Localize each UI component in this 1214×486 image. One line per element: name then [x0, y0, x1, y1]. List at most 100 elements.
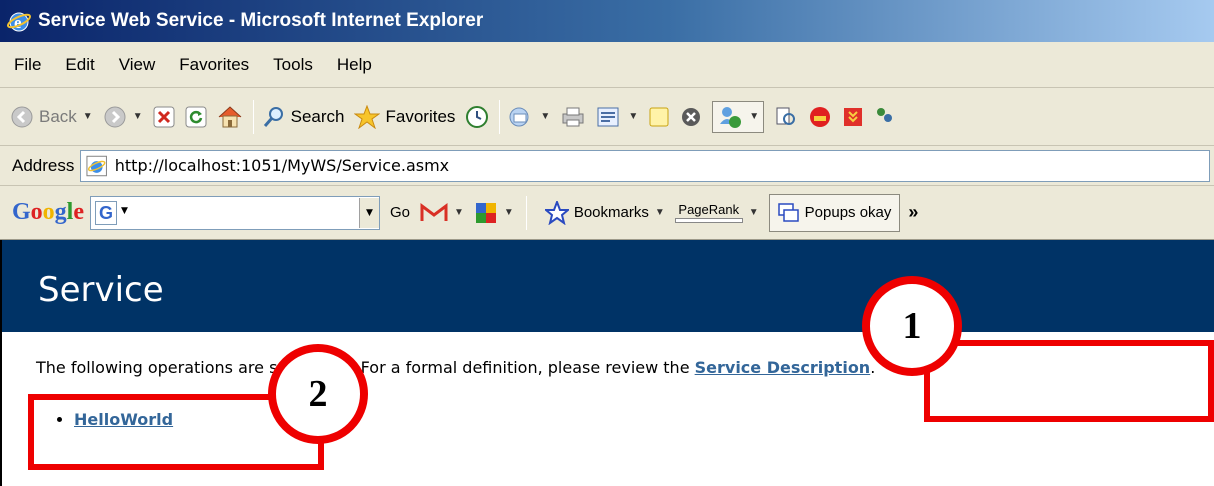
menu-help[interactable]: Help [337, 55, 372, 75]
toolbar-separator [499, 99, 501, 134]
menu-favorites[interactable]: Favorites [179, 55, 249, 75]
forward-button[interactable]: ▼ [103, 105, 143, 129]
pagerank-dropdown-icon[interactable]: ▼ [749, 207, 759, 218]
google-search-input[interactable] [137, 197, 359, 228]
favorites-button[interactable]: Favorites [354, 104, 456, 129]
standard-toolbar: Back ▼ ▼ Search Favorites ▼ ▼ ▼ [0, 88, 1214, 146]
annotation-callout-2: 2 [268, 344, 368, 444]
google-search-box[interactable]: G ▼ ▼ [90, 195, 380, 230]
search-label: Search [290, 106, 345, 126]
toolbar-separator [252, 99, 254, 134]
back-dropdown-icon[interactable]: ▼ [83, 111, 93, 122]
address-input[interactable] [114, 156, 1209, 175]
popup-blocker-button[interactable]: Popups okay [768, 193, 901, 232]
menu-file[interactable]: File [14, 55, 41, 75]
page-icon [86, 155, 108, 176]
google-g-dropdown-icon[interactable]: ▼ [121, 206, 128, 216]
google-news-button[interactable]: ▼ [474, 201, 514, 225]
menu-view[interactable]: View [119, 55, 156, 75]
intro-paragraph: The following operations are supported. … [36, 358, 875, 377]
search-icon [263, 106, 283, 127]
refresh-icon [185, 106, 207, 127]
google-g-icon[interactable]: G [95, 200, 117, 225]
page-title: Service [38, 270, 164, 310]
pagerank-bar [674, 218, 743, 223]
address-label: Address [12, 155, 75, 175]
google-logo[interactable]: Google [12, 199, 84, 226]
history-button[interactable] [465, 105, 489, 129]
mail-icon [509, 107, 529, 126]
google-search-dropdown-icon[interactable]: ▼ [359, 197, 379, 228]
internet-explorer-icon: e [6, 8, 32, 34]
intro-end: . [870, 358, 876, 377]
stop-icon [153, 106, 175, 127]
bookmarks-button[interactable]: Bookmarks ▼ [544, 200, 665, 225]
mail-button[interactable]: ▼ [508, 106, 550, 128]
pagerank-label: PageRank [678, 202, 740, 217]
bookmarks-dropdown-icon[interactable]: ▼ [655, 207, 665, 218]
toolbar-overflow-chevron[interactable]: » [908, 202, 918, 223]
messenger-button[interactable]: ▼ [712, 100, 765, 133]
helmet-icon [810, 106, 831, 127]
print-button[interactable] [560, 106, 586, 128]
annotation-callout-1: 1 [862, 276, 962, 376]
messenger-icon [720, 106, 742, 128]
annotation-box-1 [924, 340, 1214, 422]
research-button[interactable] [774, 105, 798, 129]
menu-bar: File Edit View Favorites Tools Help [0, 42, 1214, 88]
block-icon [682, 107, 701, 126]
mail-dropdown-icon[interactable]: ▼ [540, 111, 550, 122]
go-label: Go [390, 204, 411, 221]
back-label: Back [39, 106, 77, 126]
service-description-link[interactable]: Service Description [695, 358, 871, 377]
pagerank-indicator[interactable]: PageRank ▼ [674, 202, 759, 223]
title-bar: e Service Web Service - Microsoft Intern… [0, 0, 1214, 42]
toolbar-addon-button-3[interactable] [874, 106, 894, 128]
pagerank-display: PageRank [674, 202, 743, 223]
discuss-button[interactable] [648, 106, 670, 128]
news-icon [475, 202, 496, 223]
google-go-button[interactable]: Go [390, 204, 410, 221]
toolbar-addon-button[interactable] [808, 105, 832, 129]
intro-text: The following operations are supported. … [36, 358, 695, 377]
toolbar-addon-button-2[interactable] [842, 106, 864, 128]
search-button[interactable]: Search [262, 105, 345, 129]
edit-dropdown-icon[interactable]: ▼ [628, 111, 638, 122]
bookmark-addon-icon [844, 107, 863, 126]
forward-arrow-icon [104, 106, 126, 127]
edit-document-icon [597, 107, 619, 126]
edit-button[interactable]: ▼ [596, 106, 638, 128]
star-icon [354, 104, 381, 129]
printer-icon [562, 107, 584, 126]
google-toolbar-separator [525, 195, 527, 230]
page-banner: Service [2, 240, 1214, 332]
forward-dropdown-icon[interactable]: ▼ [133, 111, 143, 122]
menu-tools[interactable]: Tools [273, 55, 313, 75]
messenger-dropdown-icon[interactable]: ▼ [749, 111, 759, 122]
gmail-icon [420, 202, 448, 221]
history-icon [466, 105, 489, 128]
refresh-button[interactable] [185, 106, 207, 128]
menu-edit[interactable]: Edit [65, 55, 94, 75]
research-icon [776, 107, 796, 125]
news-dropdown-icon[interactable]: ▼ [504, 207, 514, 218]
popups-label: Popups okay [804, 204, 892, 221]
address-field[interactable] [80, 149, 1210, 182]
back-arrow-icon [11, 106, 33, 127]
block-button[interactable] [680, 106, 702, 128]
gmail-dropdown-icon[interactable]: ▼ [454, 207, 464, 218]
home-icon [218, 105, 241, 127]
note-icon [649, 107, 669, 126]
google-toolbar: Google G ▼ ▼ Go ▼ ▼ Bookmarks ▼ PageRank [0, 186, 1214, 240]
home-button[interactable] [217, 105, 243, 129]
bookmark-star-icon [544, 200, 569, 225]
people-icon [877, 107, 893, 122]
stop-button[interactable] [153, 106, 175, 128]
address-bar: Address [0, 146, 1214, 186]
back-button[interactable]: Back ▼ [10, 105, 93, 129]
bookmarks-label: Bookmarks [573, 204, 649, 221]
favorites-label: Favorites [385, 106, 456, 126]
popup-window-icon [777, 202, 799, 222]
window-title: Service Web Service - Microsoft Internet… [38, 10, 484, 31]
gmail-button[interactable]: ▼ [420, 202, 464, 223]
